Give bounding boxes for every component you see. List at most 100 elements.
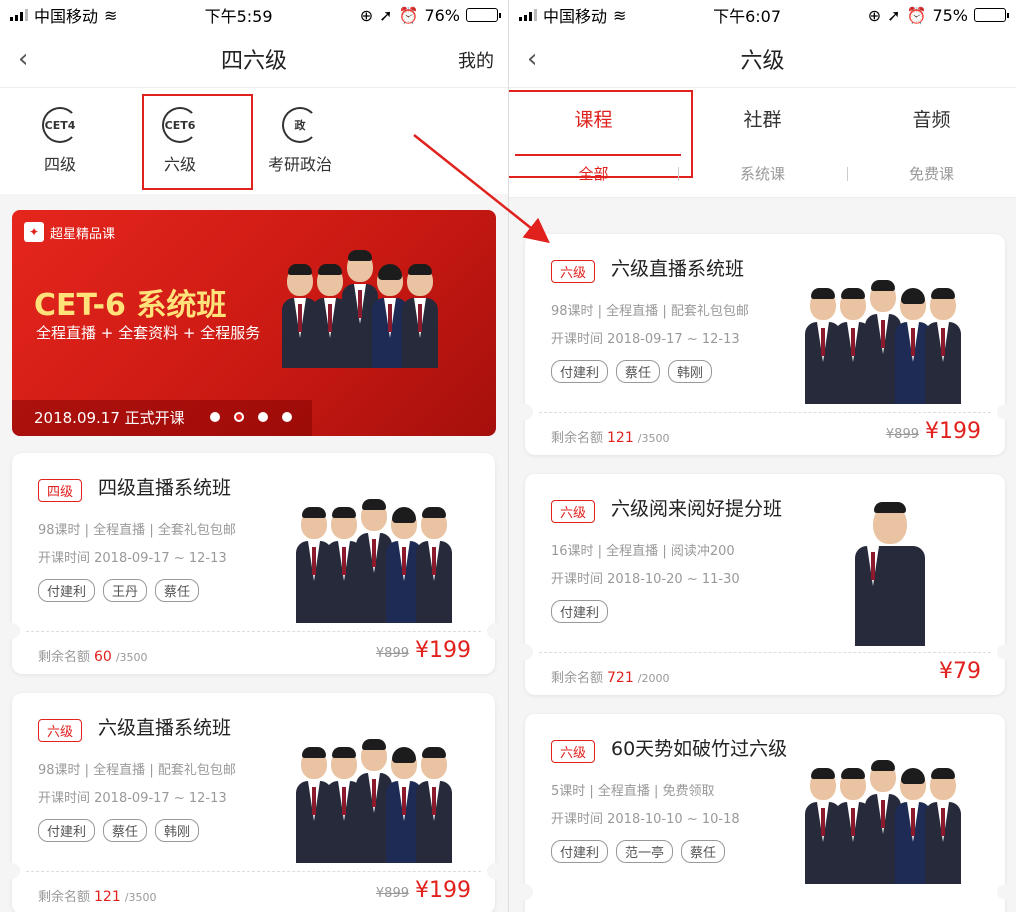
teacher-tag: 付建利: [551, 600, 609, 623]
teachers-photo: [296, 499, 452, 623]
subtab-all[interactable]: 全部: [509, 160, 678, 197]
course-meta: 16课时 | 全程直播 | 阅读冲200: [551, 544, 735, 559]
promo-banner[interactable]: ✦ 超星精品课 CET-6 系统班 全程直播 + 全套资料 + 全程服务 2018…: [12, 210, 496, 436]
teacher-tag: 付建利: [38, 819, 96, 842]
nav-bar: ‹ 六级: [509, 30, 1016, 88]
wifi-icon: ≋: [613, 5, 627, 25]
cet4-icon: CET4: [42, 107, 78, 143]
alarm-icon: ⏰: [398, 5, 419, 25]
course-meta: 98课时 | 全程直播 | 配套礼包包邮: [38, 763, 236, 778]
category-label: 考研政治: [267, 155, 332, 174]
course-date: 开课时间 2018-10-10 ~ 10-18: [551, 812, 740, 827]
battery-icon: [974, 8, 1009, 22]
subtab-free[interactable]: 免费课: [847, 160, 1016, 197]
course-date: 开课时间 2018-09-17 ~ 12-13: [38, 551, 227, 566]
left-screen: 中国移动 ≋ 下午5:59 ⊕ ➚ ⏰ 76% ‹ 四六级 我的 CET4 四级…: [0, 0, 508, 912]
category-label: 四级: [43, 155, 76, 174]
remaining-seats: 剩余名额 121/3500: [551, 430, 670, 446]
level-tag: 六级: [38, 719, 83, 742]
signal-icon: [519, 9, 537, 21]
clock: 下午6:07: [713, 7, 782, 26]
carousel-dots[interactable]: [210, 412, 292, 422]
course-card[interactable]: 六级 六级直播系统班 98课时 | 全程直播 | 配套礼包包邮 开课时间 201…: [4, 693, 503, 912]
mine-link[interactable]: 我的: [458, 47, 494, 73]
carrier: 中国移动: [543, 7, 608, 26]
category-row: CET4 四级 CET6 六级 政 考研政治: [0, 88, 508, 194]
course-card[interactable]: 四级 四级直播系统班 98课时 | 全程直播 | 全套礼包包邮 开课时间 201…: [4, 453, 503, 674]
status-bar: 中国移动 ≋ 下午6:07 ⊕ ➚ ⏰ 75%: [509, 0, 1016, 30]
category-cet4[interactable]: CET4 四级: [0, 88, 120, 194]
course-meta: 5课时 | 全程直播 | 免费领取: [551, 784, 715, 799]
teacher-tags: 付建利 王丹 蔡任: [38, 579, 200, 602]
lock-rotation-icon: ⊕: [359, 5, 374, 25]
battery-icon: [466, 8, 501, 22]
course-card[interactable]: 六级 60天势如破竹过六级 5课时 | 全程直播 | 免费领取 开课时间 201…: [517, 714, 1013, 912]
lock-rotation-icon: ⊕: [867, 5, 882, 25]
star-logo-icon: ✦: [24, 222, 44, 242]
location-icon: ➚: [379, 5, 393, 25]
banner-badge-label: 超星精品课: [50, 226, 116, 242]
teacher-tags: 付建利 范一亭 蔡任: [551, 840, 726, 863]
teacher-photo: [855, 502, 925, 646]
teacher-tags: 付建利 蔡任 韩刚: [38, 819, 200, 842]
battery-percent: 76%: [424, 5, 460, 25]
course-title: 六级直播系统班: [98, 717, 232, 739]
price: ¥199: [925, 419, 981, 444]
location-icon: ➚: [887, 5, 901, 25]
course-title: 六级直播系统班: [611, 258, 745, 280]
original-price: ¥899: [375, 646, 409, 661]
teachers-photo: [296, 739, 452, 863]
banner-subtitle: 全程直播 + 全套资料 + 全程服务: [36, 324, 261, 342]
course-date: 开课时间 2018-09-17 ~ 12-13: [38, 791, 227, 806]
nav-bar: ‹ 四六级 我的: [0, 30, 508, 88]
price: ¥199: [415, 638, 471, 663]
course-meta: 98课时 | 全程直播 | 配套礼包包邮: [551, 304, 749, 319]
course-date: 开课时间 2018-09-17 ~ 12-13: [551, 332, 740, 347]
wifi-icon: ≋: [104, 5, 118, 25]
level-tag: 六级: [551, 740, 596, 763]
price: ¥79: [939, 659, 981, 684]
teacher-tag: 付建利: [551, 360, 609, 383]
tab-audio[interactable]: 音频: [847, 88, 1016, 160]
teacher-tag: 韩刚: [155, 819, 200, 842]
status-bar: 中国移动 ≋ 下午5:59 ⊕ ➚ ⏰ 76%: [0, 0, 508, 30]
level-tag: 六级: [551, 500, 596, 523]
battery-percent: 75%: [932, 5, 968, 25]
teacher-tag: 蔡任: [616, 360, 661, 383]
signal-icon: [10, 9, 28, 21]
subtab-system[interactable]: 系统课: [678, 160, 847, 197]
teacher-tags: 付建利: [551, 600, 609, 623]
alarm-icon: ⏰: [906, 5, 927, 25]
highlight-box: [142, 94, 253, 190]
page-title: 四六级: [220, 48, 287, 74]
teacher-figure: [402, 264, 438, 368]
teachers-photo: [805, 280, 961, 404]
category-politics[interactable]: 政 考研政治: [240, 88, 360, 194]
back-icon[interactable]: ‹: [527, 44, 537, 74]
course-title: 四级直播系统班: [98, 477, 232, 499]
subtab-bar: 全部 系统课 免费课: [509, 160, 1016, 198]
page-title: 六级: [740, 48, 785, 74]
teachers-photo: [282, 250, 438, 368]
clock: 下午5:59: [204, 7, 273, 26]
course-meta: 98课时 | 全程直播 | 全套礼包包邮: [38, 523, 236, 538]
teacher-tag: 付建利: [38, 579, 96, 602]
carrier: 中国移动: [34, 7, 99, 26]
teacher-tag: 王丹: [103, 579, 148, 602]
tab-community[interactable]: 社群: [678, 88, 847, 160]
original-price: ¥899: [375, 886, 409, 901]
teacher-tag: 付建利: [551, 840, 609, 863]
course-date: 开课时间 2018-10-20 ~ 11-30: [551, 572, 740, 587]
course-card[interactable]: 六级 六级直播系统班 98课时 | 全程直播 | 配套礼包包邮 开课时间 201…: [517, 234, 1013, 455]
banner-headline: CET-6 系统班: [34, 288, 227, 323]
teacher-tag: 韩刚: [668, 360, 713, 383]
teacher-tag: 范一亭: [616, 840, 674, 863]
price: ¥199: [415, 878, 471, 903]
tab-bar: 课程 社群 音频: [509, 88, 1016, 178]
teachers-photo: [805, 760, 961, 884]
teacher-tags: 付建利 蔡任 韩刚: [551, 360, 713, 383]
level-tag: 六级: [551, 260, 596, 283]
teacher-tag: 蔡任: [681, 840, 726, 863]
back-icon[interactable]: ‹: [18, 44, 28, 74]
course-card[interactable]: 六级 六级阅来阅好提分班 16课时 | 全程直播 | 阅读冲200 开课时间 2…: [517, 474, 1013, 695]
